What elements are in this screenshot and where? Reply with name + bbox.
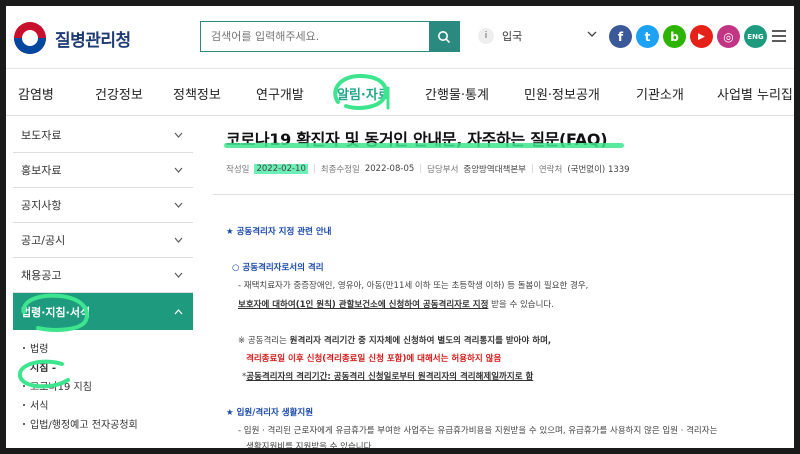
article-meta: 작성일 2022-02-10 | 최종수정일 2022-08-05 | 담당부서…: [226, 164, 630, 175]
info-icon: i: [478, 28, 494, 44]
facebook-icon[interactable]: f: [609, 25, 632, 48]
nav-item-about[interactable]: 기관소개: [636, 84, 684, 103]
site-header: 질병관리청 i 입국 f t b ▶ ◎ ENG: [6, 6, 794, 68]
nav-item-project-sites[interactable]: 사업별 누리집: [717, 84, 793, 103]
chevron-down-icon: [174, 132, 183, 138]
body-text: - 재택치료자가 중증장애인, 영유아, 아동(만11세 이하 또는 초등학생 …: [238, 281, 589, 291]
sidebar-item-announcements[interactable]: 공고/공시: [13, 223, 193, 258]
sidebar: 보도자료 홍보자료 공지사항 공고/공시 채용공고 법령·지침·서식 법령 지침…: [13, 118, 193, 448]
highlight-circle: [333, 73, 390, 110]
body-text: 보호자에 대하여(1인 원칙) 관할보건소에 신청하여 공동격리자로 지정 받을…: [238, 298, 554, 310]
sidebar-subitem-laws[interactable]: 법령: [13, 338, 193, 357]
contact-label: 연락처: [538, 165, 563, 175]
youtube-icon[interactable]: ▶: [690, 25, 713, 48]
sidebar-item-label: 홍보자료: [21, 164, 62, 177]
sidebar-subitem-forms[interactable]: 서식: [13, 395, 193, 414]
sidebar-item-label: 공고/공시: [21, 234, 66, 247]
dept-label: 담당부서: [427, 165, 459, 175]
dept-value: 중앙방역대책본부: [463, 165, 526, 175]
body-text: 생활지원비를 지원받을 수 있습니다.: [246, 442, 375, 448]
search-input[interactable]: [201, 22, 429, 51]
search-icon: [438, 30, 451, 43]
chevron-down-icon: [174, 272, 183, 278]
contact-value: (국번없이) 1339: [567, 165, 630, 175]
chevron-down-icon: [174, 167, 183, 173]
chevron-down-icon: [174, 237, 183, 243]
highlight-circle: [18, 359, 70, 389]
sidebar-item-press[interactable]: 보도자료: [13, 118, 193, 153]
subsection-heading: ○ 공동격리자로서의 격리: [232, 263, 324, 273]
updated-label: 최종수정일: [320, 165, 360, 175]
menu-icon[interactable]: [772, 30, 786, 42]
note-text: ※ 공동격리는 원격리자 격리기간 중 지자체에 신청하여 별도의 격리통지를 …: [238, 334, 551, 346]
twitter-icon[interactable]: t: [636, 25, 659, 48]
sidebar-subitem-label: 서식: [30, 401, 49, 412]
created-label: 작성일: [226, 165, 250, 175]
updated-date: 2022-08-05: [364, 164, 415, 174]
browser-page: 질병관리청 i 입국 f t b ▶ ◎ ENG: [6, 6, 794, 448]
note-warning: 격리종료일 이후 신청(격리종료일 신청 포함)에 대해서는 허용하지 않음: [246, 354, 502, 364]
nav-item-civil-service[interactable]: 민원·정보공개: [524, 84, 600, 103]
search-box: [200, 21, 460, 52]
sidebar-subitem-label: 법령: [30, 344, 49, 355]
language-select[interactable]: i 입국: [478, 28, 522, 44]
sidebar-item-label: 공지사항: [21, 199, 62, 212]
note-text: *공동격리자의 격리기간: 공동격리 신청일로부터 원격리자의 격리해제일까지로…: [242, 370, 533, 382]
nav-item-policy-info[interactable]: 정책정보: [173, 84, 221, 103]
body-text: - 입원 · 격리된 근로자에게 유급휴가를 부여한 사업주는 유급휴가비용을 …: [238, 426, 718, 436]
highlight-mark: [224, 143, 624, 148]
sidebar-item-recruitment[interactable]: 채용공고: [13, 258, 193, 293]
body-text: 받을 수 있습니다.: [491, 300, 554, 310]
social-links: f t b ▶ ◎ ENG: [609, 25, 767, 48]
section-heading: ★ 공동격리자 지정 관련 안내: [226, 227, 332, 237]
main-nav: 감염병 건강정보 정책정보 연구개발 알림·자료 간행물·통계 민원·정보공개 …: [6, 68, 794, 116]
sidebar-item-notices[interactable]: 공지사항: [13, 188, 193, 223]
nav-item-publications[interactable]: 간행물·통계: [425, 84, 489, 103]
note-prefix: ※ 공동격리는: [238, 336, 290, 346]
nav-item-infectious-disease[interactable]: 감염병: [18, 84, 54, 103]
sidebar-subitem-legislation-notice[interactable]: 입법/행정예고 전자공청회: [13, 414, 193, 433]
english-site-icon[interactable]: ENG: [744, 25, 767, 48]
created-date: 2022-02-10: [254, 164, 308, 174]
note-bold: 원격리자 격리기간 중 지자체에 신청하여 별도의 격리통지를 받아야 하며,: [289, 336, 552, 346]
divider: [213, 194, 794, 195]
chevron-up-icon: [174, 308, 183, 314]
nav-item-health-info[interactable]: 건강정보: [95, 84, 143, 103]
site-name: 질병관리청: [55, 30, 131, 51]
body-text-underlined: 보호자에 대하여(1인 원칙) 관할보건소에 신청하여 공동격리자로 지정: [238, 300, 489, 310]
sidebar-item-label: 보도자료: [21, 129, 62, 142]
sidebar-item-promo[interactable]: 홍보자료: [13, 153, 193, 188]
sidebar-subitem-label: 입법/행정예고 전자공청회: [30, 420, 138, 431]
section-heading: ★ 입원/격리자 생활지원: [226, 408, 314, 418]
nav-item-research[interactable]: 연구개발: [256, 84, 304, 103]
note-underlined: 공동격리자의 격리기간: 공동격리 신청일로부터 원격리자의 격리해제일까지로 …: [246, 372, 534, 382]
instagram-icon[interactable]: ◎: [717, 25, 740, 48]
chevron-down-icon: [174, 202, 183, 208]
language-label: 입국: [502, 30, 523, 43]
search-button[interactable]: [429, 22, 459, 51]
article: 코로나19 확진자 및 동거인 안내문, 자주하는 질문(FAQ) 작성일 20…: [213, 118, 794, 448]
kdca-emblem-icon: [14, 22, 46, 54]
blog-icon[interactable]: b: [663, 25, 686, 48]
sidebar-item-label: 채용공고: [21, 269, 62, 282]
site-logo[interactable]: 질병관리청: [14, 22, 131, 54]
highlight-circle: [21, 293, 89, 332]
chevron-down-icon[interactable]: [587, 30, 597, 38]
